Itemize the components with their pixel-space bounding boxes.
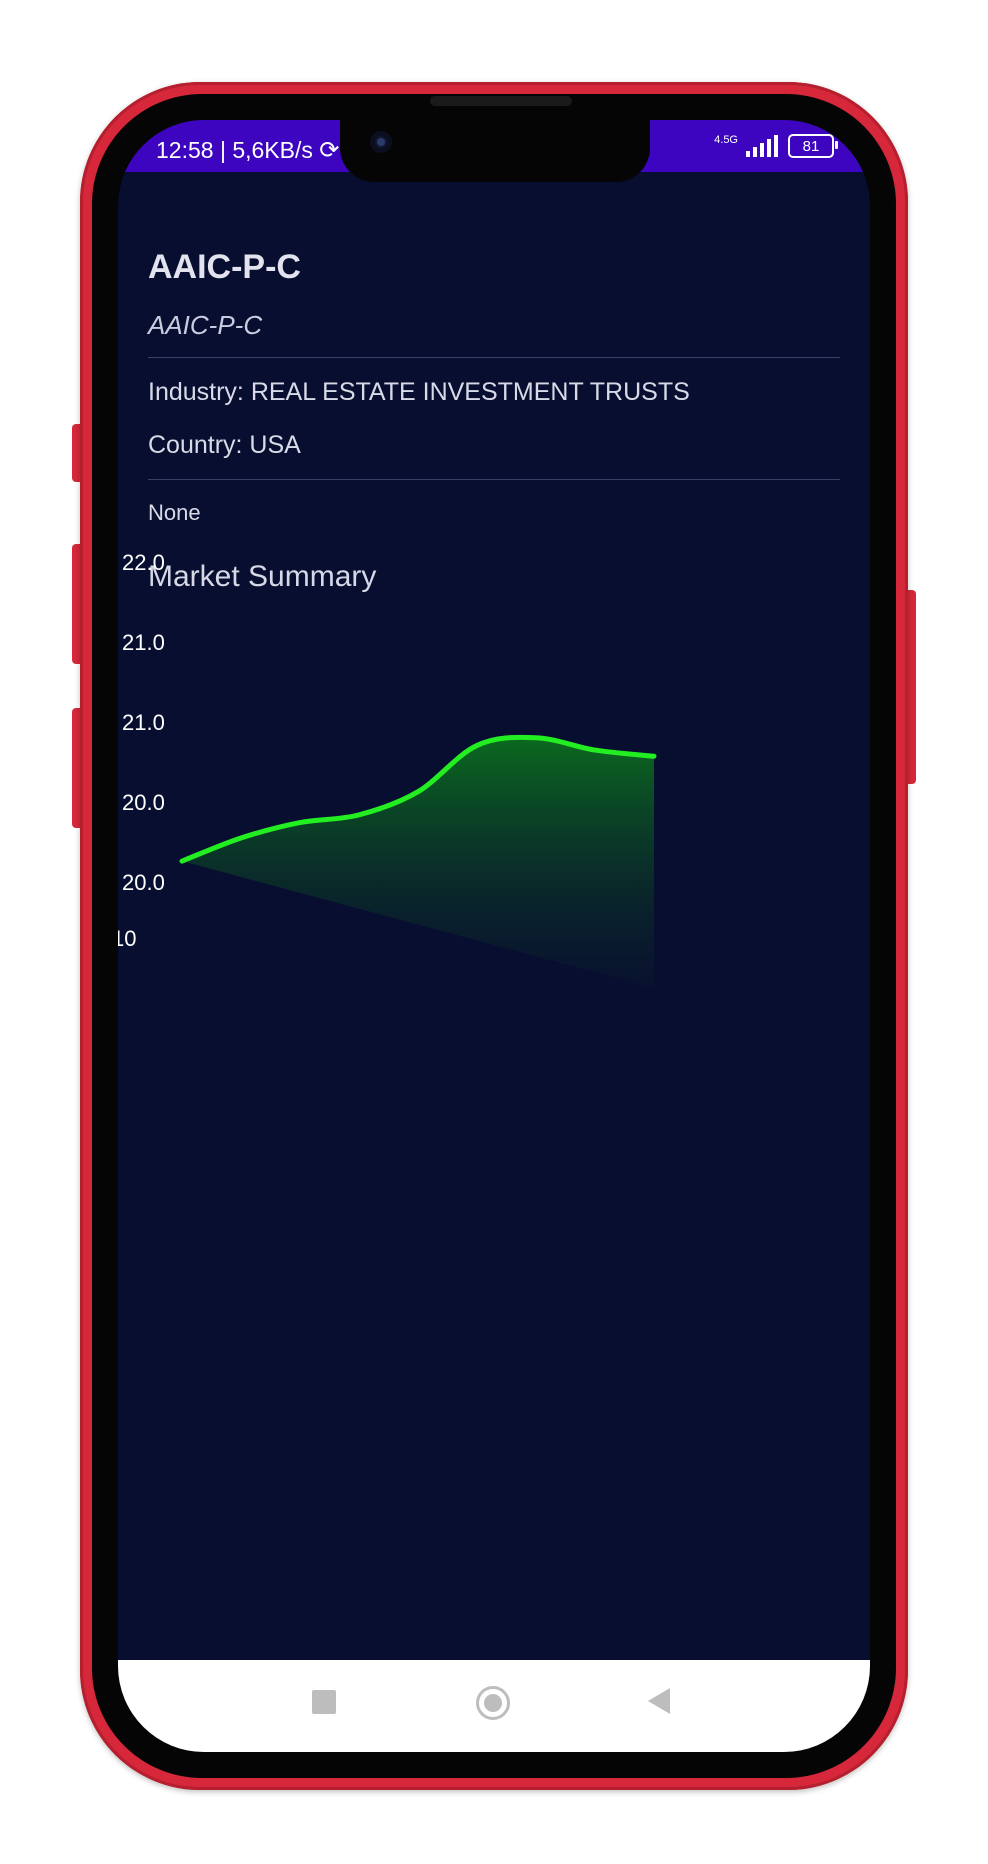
industry-text: Industry: REAL ESTATE INVESTMENT TRUSTS (148, 378, 690, 406)
market-summary-heading: Market Summary (148, 560, 377, 593)
signal-icon (746, 135, 778, 157)
y-tick-label: 21.0 (122, 710, 165, 735)
back-button[interactable] (648, 1688, 670, 1714)
y-tick-label: 20.0 (122, 870, 165, 895)
x-tick-label: 10 (118, 926, 136, 951)
page-subtitle: AAIC-P-C (148, 310, 263, 340)
status-separator: | (219, 137, 233, 163)
battery-tip (835, 141, 838, 149)
chart-area-fill (182, 737, 654, 988)
description-text: None (148, 500, 201, 525)
divider-top (148, 357, 840, 358)
app-screen: 12:58 | 5,6KB/s ⟳ 4.5G 81 AAIC-P-C AAIC-… (118, 120, 870, 1752)
market-chart: 22.021.021.020.020.0 10 (118, 550, 657, 988)
network-type-label: 4.5G (714, 133, 738, 146)
status-network-speed: 5,6KB/s (232, 137, 313, 163)
home-button[interactable] (476, 1686, 510, 1720)
y-tick-label: 20.0 (122, 790, 165, 815)
android-nav-bar (118, 1660, 870, 1752)
country-text: Country: USA (148, 431, 301, 459)
front-camera (370, 131, 392, 153)
y-tick-label: 21.0 (122, 630, 165, 655)
status-left: 12:58 | 5,6KB/s ⟳ (156, 136, 339, 165)
chart-series-line (179, 734, 657, 864)
battery-level: 81 (802, 137, 820, 155)
page-title: AAIC-P-C (148, 248, 301, 286)
earpiece-speaker (430, 96, 572, 106)
status-right: 4.5G 81 (714, 133, 838, 158)
battery-icon: 81 (788, 134, 838, 158)
status-time: 12:58 (156, 137, 214, 163)
sync-icon: ⟳ (319, 137, 340, 164)
divider-bottom (148, 479, 840, 480)
recent-apps-button[interactable] (312, 1690, 336, 1714)
